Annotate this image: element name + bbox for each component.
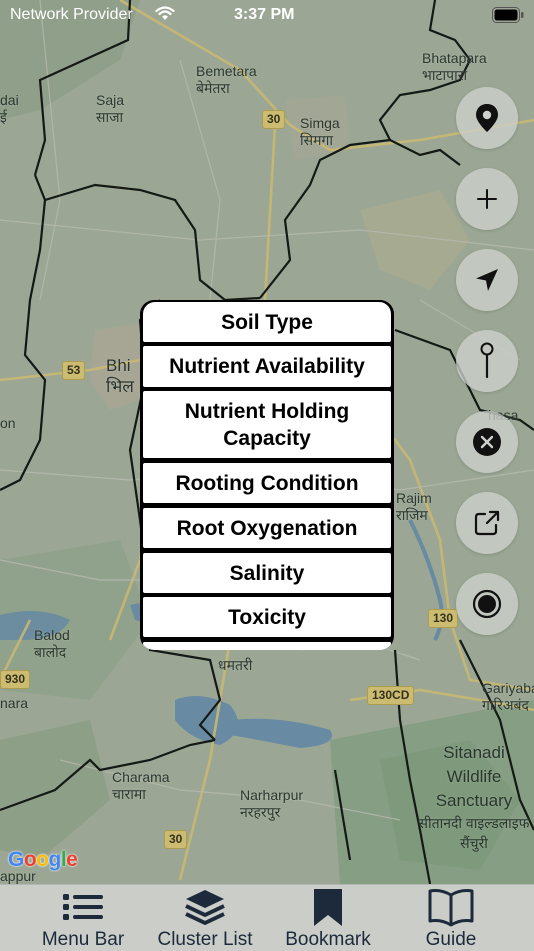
menu-item-salinity[interactable]: Salinity — [143, 553, 391, 593]
tab-bookmark[interactable]: Bookmark — [280, 885, 376, 951]
menu-item-soil-type[interactable]: Soil Type — [143, 302, 391, 342]
menu-item-root-oxygenation[interactable]: Root Oxygenation — [143, 508, 391, 548]
my-location-pin-button[interactable] — [456, 87, 518, 149]
map-pin-icon — [480, 342, 494, 379]
navigation-arrow-icon — [476, 269, 498, 291]
tab-menu-bar[interactable]: Menu Bar — [38, 885, 128, 951]
record-button[interactable] — [456, 573, 518, 635]
layers-icon — [185, 890, 225, 925]
close-circle-icon — [473, 428, 501, 456]
clear-button[interactable] — [456, 411, 518, 473]
menu-item-toxicity[interactable]: Toxicity — [143, 597, 391, 637]
tab-label: Bookmark — [285, 929, 371, 950]
zoom-in-button[interactable] — [456, 168, 518, 230]
tab-label: Cluster List — [157, 929, 253, 950]
menu-item-partial[interactable] — [143, 642, 391, 650]
navigate-button[interactable] — [456, 249, 518, 311]
book-open-icon — [428, 889, 474, 927]
tab-label: Guide — [425, 929, 477, 950]
list-icon — [63, 894, 103, 920]
status-bar: Network Provider 3:37 PM — [0, 0, 534, 30]
location-pin-icon — [476, 104, 498, 132]
google-logo-letter: o — [23, 848, 37, 871]
tab-cluster-list[interactable]: Cluster List — [150, 885, 260, 951]
battery-icon — [492, 7, 524, 23]
share-button[interactable] — [456, 492, 518, 554]
google-logo-letter: g — [48, 848, 62, 871]
drop-pin-button[interactable] — [456, 330, 518, 392]
google-logo: Google — [8, 848, 78, 872]
external-link-icon — [474, 510, 500, 536]
plus-icon — [477, 189, 497, 209]
menu-item-rooting-condition[interactable]: Rooting Condition — [143, 463, 391, 503]
tab-guide[interactable]: Guide — [410, 885, 492, 951]
tab-label: Menu Bar — [41, 929, 125, 950]
record-icon — [472, 589, 502, 619]
google-logo-letter: o — [36, 848, 49, 871]
status-time: 3:37 PM — [234, 6, 295, 23]
menu-item-nutrient-holding-capacity[interactable]: Nutrient Holding Capacity — [143, 391, 391, 458]
menu-item-nutrient-availability[interactable]: Nutrient Availability — [143, 346, 391, 387]
wifi-icon — [155, 6, 175, 20]
google-logo-letter: G — [8, 848, 24, 871]
analysis-menu-popup: Soil Type Nutrient Availability Nutrient… — [140, 300, 394, 650]
bottom-tab-bar: Menu Bar Cluster List Bookmark Guide — [0, 884, 534, 951]
carrier-name: Network Provider — [10, 6, 133, 23]
google-logo-letter: e — [66, 848, 78, 871]
bookmark-icon — [314, 889, 342, 926]
